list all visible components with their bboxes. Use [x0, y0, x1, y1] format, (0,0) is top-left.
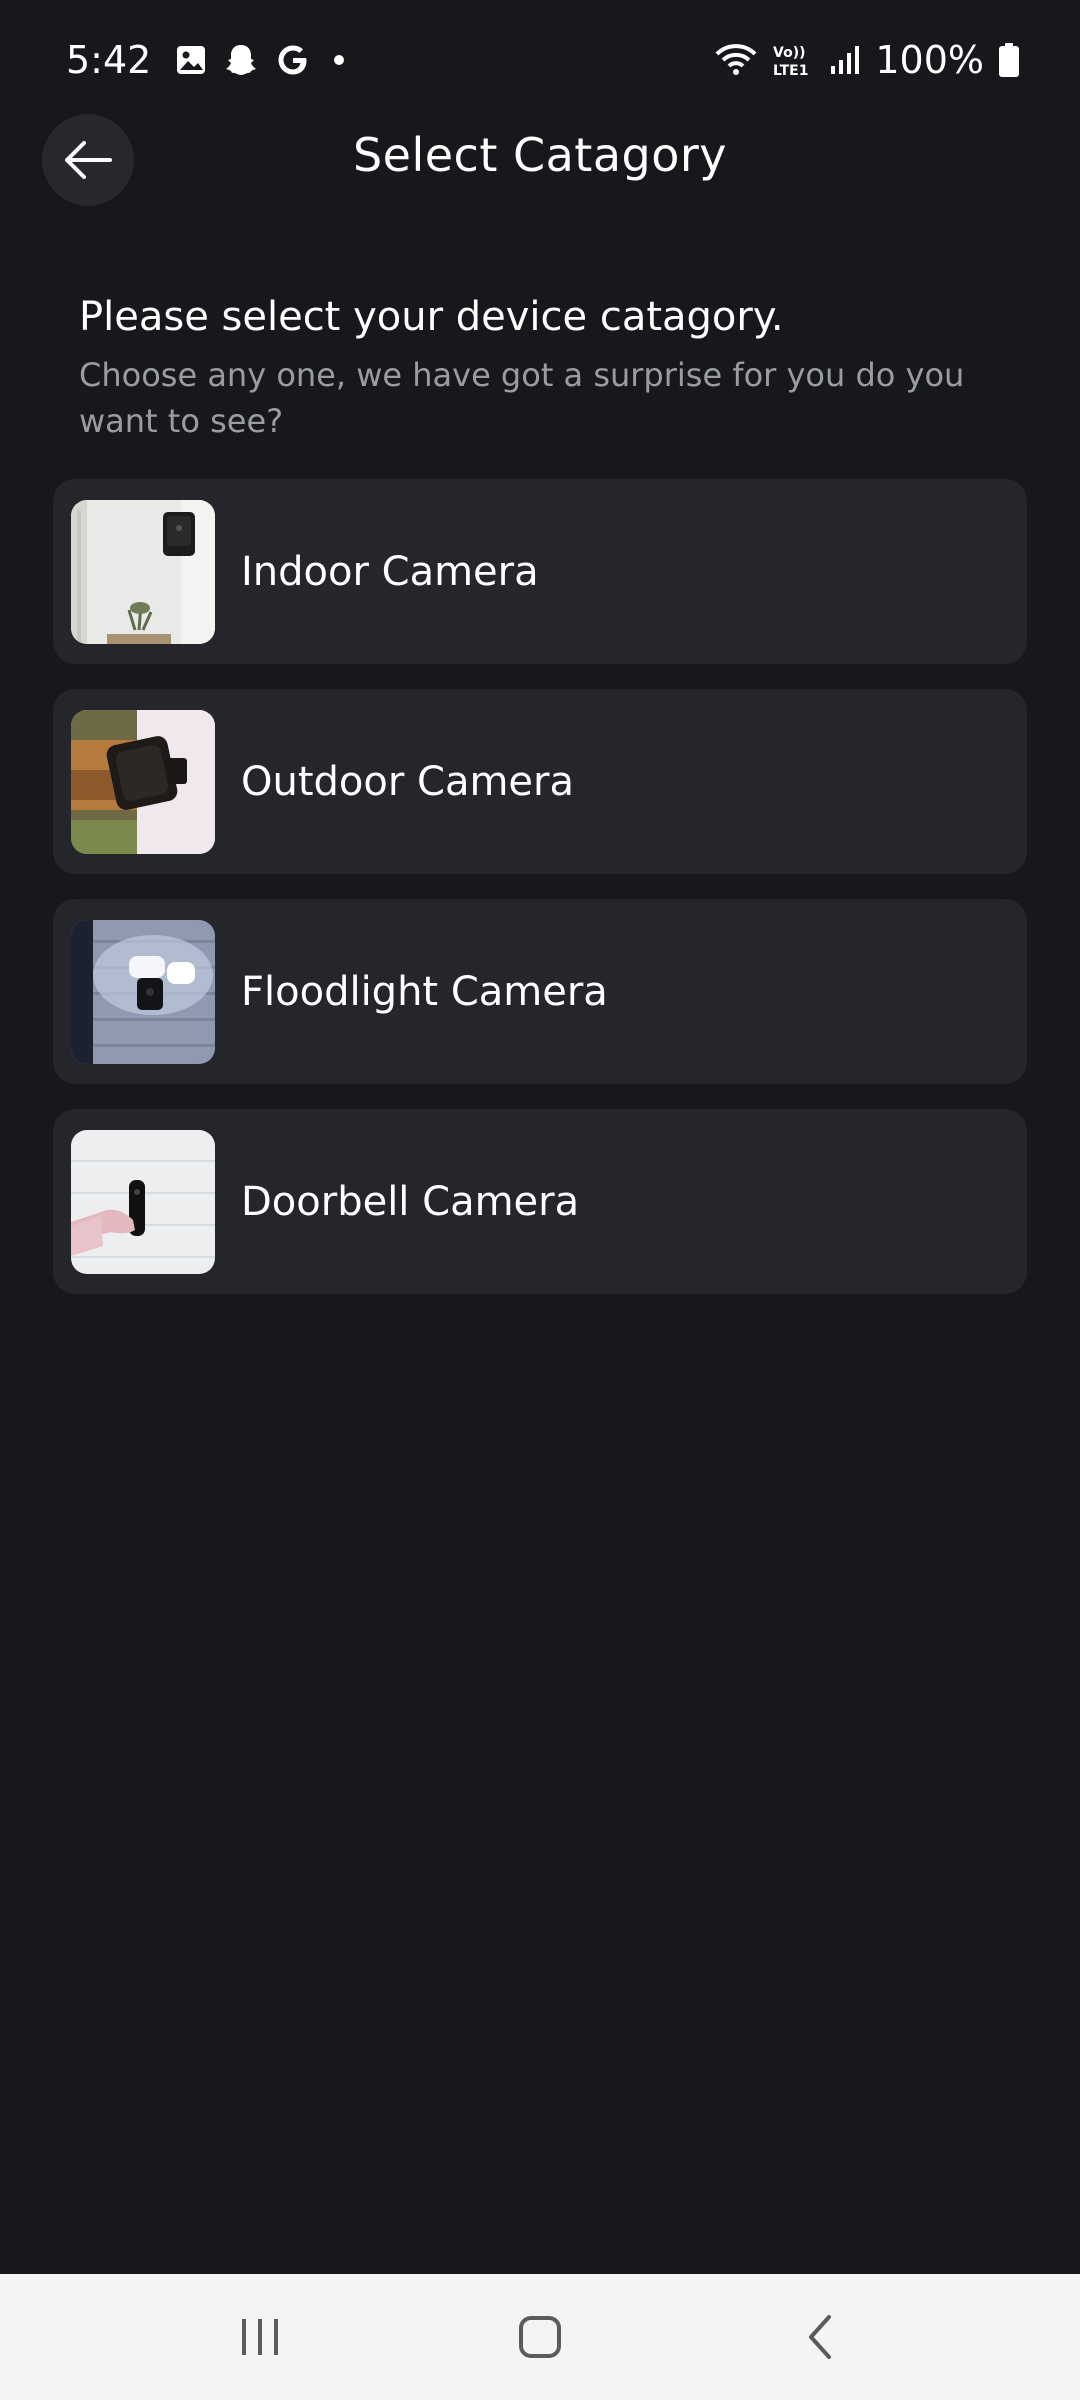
snapchat-icon — [223, 42, 259, 78]
intro-subtext: Choose any one, we have got a surprise f… — [79, 356, 965, 440]
volte-icon: Vo)) LTE1 — [771, 42, 815, 78]
status-bar: 5:42 Vo)) LTE1 100% — [0, 0, 1080, 120]
recents-button[interactable] — [200, 2292, 320, 2382]
doorbell-camera-thumb — [71, 1129, 215, 1274]
home-icon — [519, 2316, 561, 2358]
indoor-camera-thumb — [71, 499, 215, 644]
battery-icon — [998, 42, 1020, 78]
category-card-floodlight[interactable]: Floodlight Camera — [53, 899, 1027, 1084]
category-label: Indoor Camera — [241, 548, 539, 595]
screen: 5:42 Vo)) LTE1 100% Select Catagory Plea… — [0, 0, 1080, 2400]
category-label: Doorbell Camera — [241, 1178, 580, 1225]
category-label: Floodlight Camera — [241, 968, 608, 1015]
recents-icon — [242, 2319, 278, 2355]
google-icon — [275, 42, 311, 78]
wifi-icon — [715, 42, 757, 78]
outdoor-camera-thumb — [71, 709, 215, 854]
intro-heading: Please select your device catagory. — [79, 294, 784, 340]
svg-text:Vo)): Vo)) — [773, 45, 805, 61]
back-icon — [809, 2315, 831, 2359]
status-left: 5:42 — [66, 38, 351, 82]
dot-icon — [327, 48, 351, 72]
signal-icon — [829, 44, 861, 76]
category-list: Indoor Camera Outdoor Camera Floodlight … — [53, 479, 1027, 1319]
page-title: Select Catagory — [352, 128, 728, 182]
category-card-outdoor[interactable]: Outdoor Camera — [53, 689, 1027, 874]
category-card-doorbell[interactable]: Doorbell Camera — [53, 1109, 1027, 1294]
category-label: Outdoor Camera — [241, 758, 574, 805]
status-right: Vo)) LTE1 100% — [715, 38, 1020, 82]
navigation-bar — [0, 2274, 1080, 2400]
header: Select Catagory — [0, 112, 1080, 208]
intro: Please select your device catagory. Choo… — [79, 290, 979, 444]
home-button[interactable] — [480, 2292, 600, 2382]
svg-text:LTE1: LTE1 — [773, 63, 808, 78]
battery-percent: 100% — [875, 38, 984, 82]
floodlight-camera-thumb — [71, 919, 215, 1064]
gallery-icon — [175, 44, 207, 76]
nav-back-button[interactable] — [760, 2292, 880, 2382]
category-card-indoor[interactable]: Indoor Camera — [53, 479, 1027, 664]
status-time: 5:42 — [66, 38, 152, 82]
